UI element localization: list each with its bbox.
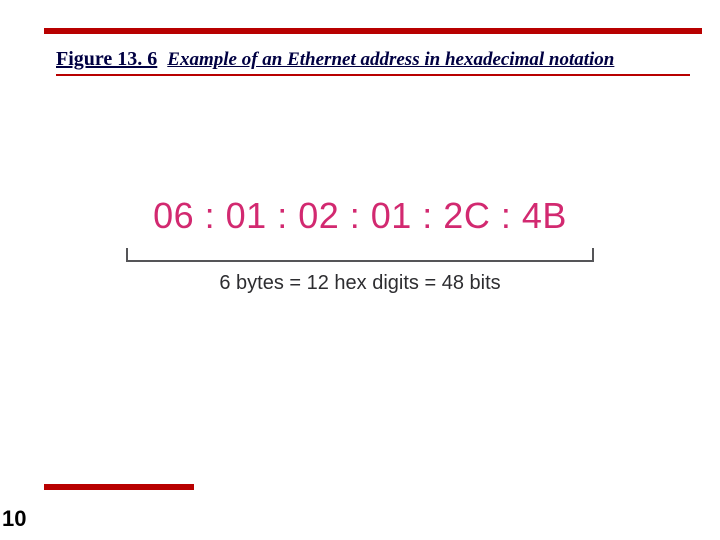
figure-caption: Example of an Ethernet address in hexade… [167,49,614,70]
ethernet-address: 06 : 01 : 02 : 01 : 2C : 4B [0,195,720,237]
top-rule [44,28,702,34]
figure-heading: Figure 13. 6 Example of an Ethernet addr… [56,48,690,76]
span-bracket [126,248,594,266]
bracket-label: 6 bytes = 12 hex digits = 48 bits [0,272,720,295]
bottom-rule [44,484,194,490]
page-number: 10 [2,506,26,532]
figure-number: Figure 13. 6 [56,48,157,70]
